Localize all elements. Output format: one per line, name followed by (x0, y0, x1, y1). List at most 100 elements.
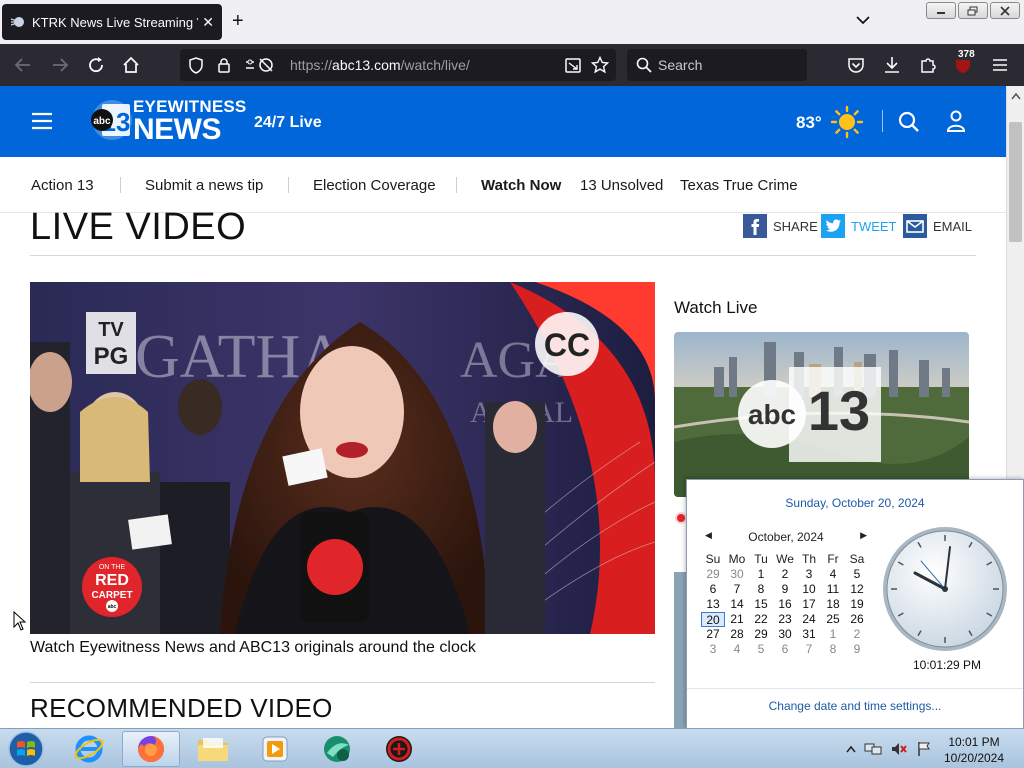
calendar-day[interactable]: 13 (701, 597, 725, 612)
pocket-icon[interactable] (845, 54, 867, 76)
hamburger-icon[interactable] (31, 112, 53, 130)
calendar-day[interactable]: 11 (821, 582, 845, 597)
calendar-day[interactable]: 4 (725, 642, 749, 657)
calendar-day[interactable]: 5 (749, 642, 773, 657)
nav-item-election[interactable]: Election Coverage (313, 177, 436, 194)
calendar-day[interactable]: 10 (797, 582, 821, 597)
calendar-day-today[interactable]: 20 (701, 612, 725, 627)
app-menu-icon[interactable] (989, 54, 1011, 76)
calendar-day[interactable]: 24 (797, 612, 821, 627)
browser-tab-active[interactable]: KTRK News Live Streaming Vide ✕ (2, 4, 222, 40)
tab-close-icon[interactable]: ✕ (202, 14, 214, 31)
calendar-day[interactable]: 29 (701, 567, 725, 582)
calendar-day[interactable]: 28 (725, 627, 749, 642)
calendar-day[interactable]: 2 (773, 567, 797, 582)
calendar-day[interactable]: 8 (821, 642, 845, 657)
share-facebook-button[interactable]: SHARE (743, 214, 818, 238)
home-icon[interactable] (120, 54, 142, 76)
list-all-tabs-icon[interactable] (856, 12, 870, 30)
volume-muted-icon[interactable] (890, 741, 908, 757)
restore-button[interactable] (958, 2, 988, 19)
calendar-day[interactable]: 1 (821, 627, 845, 642)
tracking-shield-icon[interactable] (188, 57, 204, 74)
calendar-day[interactable]: 30 (725, 567, 749, 582)
search-icon[interactable] (898, 111, 920, 133)
temperature[interactable]: 83° (796, 113, 822, 133)
abc13-logo-icon[interactable]: 13 abc (90, 98, 134, 142)
calendar-day[interactable]: 1 (749, 567, 773, 582)
downloads-icon[interactable] (881, 54, 903, 76)
calendar-day[interactable]: 19 (845, 597, 869, 612)
calendar-day[interactable]: 29 (749, 627, 773, 642)
reader-view-icon[interactable] (564, 57, 582, 74)
calendar-day[interactable]: 9 (845, 642, 869, 657)
nav-item-13-unsolved[interactable]: 13 Unsolved (580, 177, 663, 194)
calendar-day[interactable]: 16 (773, 597, 797, 612)
lock-icon[interactable] (217, 57, 231, 74)
calendar-day[interactable]: 15 (749, 597, 773, 612)
calendar-day[interactable]: 9 (773, 582, 797, 597)
url-bar[interactable]: https://abc13.com/watch/live/ (180, 49, 616, 81)
user-icon[interactable] (946, 110, 966, 132)
forward-icon[interactable] (49, 54, 71, 76)
calendar-day[interactable]: 2 (845, 627, 869, 642)
back-icon[interactable] (12, 54, 34, 76)
taskbar-app-red[interactable] (370, 731, 428, 767)
prev-month-icon[interactable]: ◀ (705, 530, 712, 541)
reload-icon[interactable] (85, 54, 107, 76)
calendar-day[interactable]: 6 (701, 582, 725, 597)
flyout-full-date[interactable]: Sunday, October 20, 2024 (687, 496, 1023, 510)
share-email-button[interactable]: EMAIL (903, 214, 972, 238)
scrollbar-thumb[interactable] (1009, 122, 1022, 242)
change-date-time-link[interactable]: Change date and time settings... (687, 699, 1023, 713)
scroll-up-icon[interactable] (1011, 92, 1021, 100)
calendar-day[interactable]: 7 (725, 582, 749, 597)
nav-item-action-13[interactable]: Action 13 (31, 177, 94, 194)
nav-item-submit-tip[interactable]: Submit a news tip (145, 177, 263, 194)
video-player[interactable]: GATHA AGA ALL AL TV PG CC ON THE RED CAR… (30, 282, 655, 634)
calendar-day[interactable]: 21 (725, 612, 749, 627)
calendar-month-label[interactable]: October, 2024 (748, 530, 823, 544)
calendar-day[interactable]: 18 (821, 597, 845, 612)
sun-icon[interactable] (830, 105, 864, 139)
taskbar-firefox[interactable] (122, 731, 180, 767)
calendar-day[interactable]: 22 (749, 612, 773, 627)
action-center-flag-icon[interactable] (916, 741, 932, 757)
permissions-icon[interactable] (244, 56, 276, 74)
bookmark-star-icon[interactable] (591, 56, 609, 74)
taskbar-file-explorer[interactable] (184, 731, 242, 767)
calendar-day[interactable]: 6 (773, 642, 797, 657)
nav-item-texas-true-crime[interactable]: Texas True Crime (680, 177, 798, 194)
calendar-day[interactable]: 25 (821, 612, 845, 627)
calendar-day[interactable]: 4 (821, 567, 845, 582)
show-hidden-icons-icon[interactable] (846, 745, 856, 753)
nav-item-watch-now[interactable]: Watch Now (481, 177, 561, 194)
extensions-icon[interactable] (917, 54, 939, 76)
search-bar[interactable]: Search (627, 49, 807, 81)
calendar-day[interactable]: 30 (773, 627, 797, 642)
calendar-day[interactable]: 26 (845, 612, 869, 627)
taskbar-media-player[interactable] (246, 731, 304, 767)
next-month-icon[interactable]: ▶ (860, 530, 867, 541)
calendar-day[interactable]: 3 (701, 642, 725, 657)
calendar-day[interactable]: 27 (701, 627, 725, 642)
calendar-day[interactable]: 14 (725, 597, 749, 612)
calendar-day[interactable]: 12 (845, 582, 869, 597)
site-logo-text[interactable]: EYEWITNESS NEWS (133, 98, 246, 145)
taskbar-clock[interactable]: 10:01 PM 10/20/2024 (934, 734, 1014, 766)
calendar-day[interactable]: 5 (845, 567, 869, 582)
live-247-link[interactable]: 24/7 Live (254, 114, 322, 132)
new-tab-icon[interactable]: + (232, 10, 244, 33)
share-twitter-button[interactable]: TWEET (821, 214, 897, 238)
network-icon[interactable] (864, 741, 882, 757)
start-button[interactable] (6, 730, 46, 768)
calendar-day[interactable]: 8 (749, 582, 773, 597)
close-window-button[interactable] (990, 2, 1020, 19)
calendar-day[interactable]: 17 (797, 597, 821, 612)
taskbar-internet-explorer[interactable] (60, 731, 118, 767)
calendar-day[interactable]: 23 (773, 612, 797, 627)
taskbar-app-green[interactable] (308, 731, 366, 767)
live-stream-thumbnail[interactable]: 13 abc (674, 332, 969, 497)
calendar-day[interactable]: 31 (797, 627, 821, 642)
minimize-button[interactable] (926, 2, 956, 19)
